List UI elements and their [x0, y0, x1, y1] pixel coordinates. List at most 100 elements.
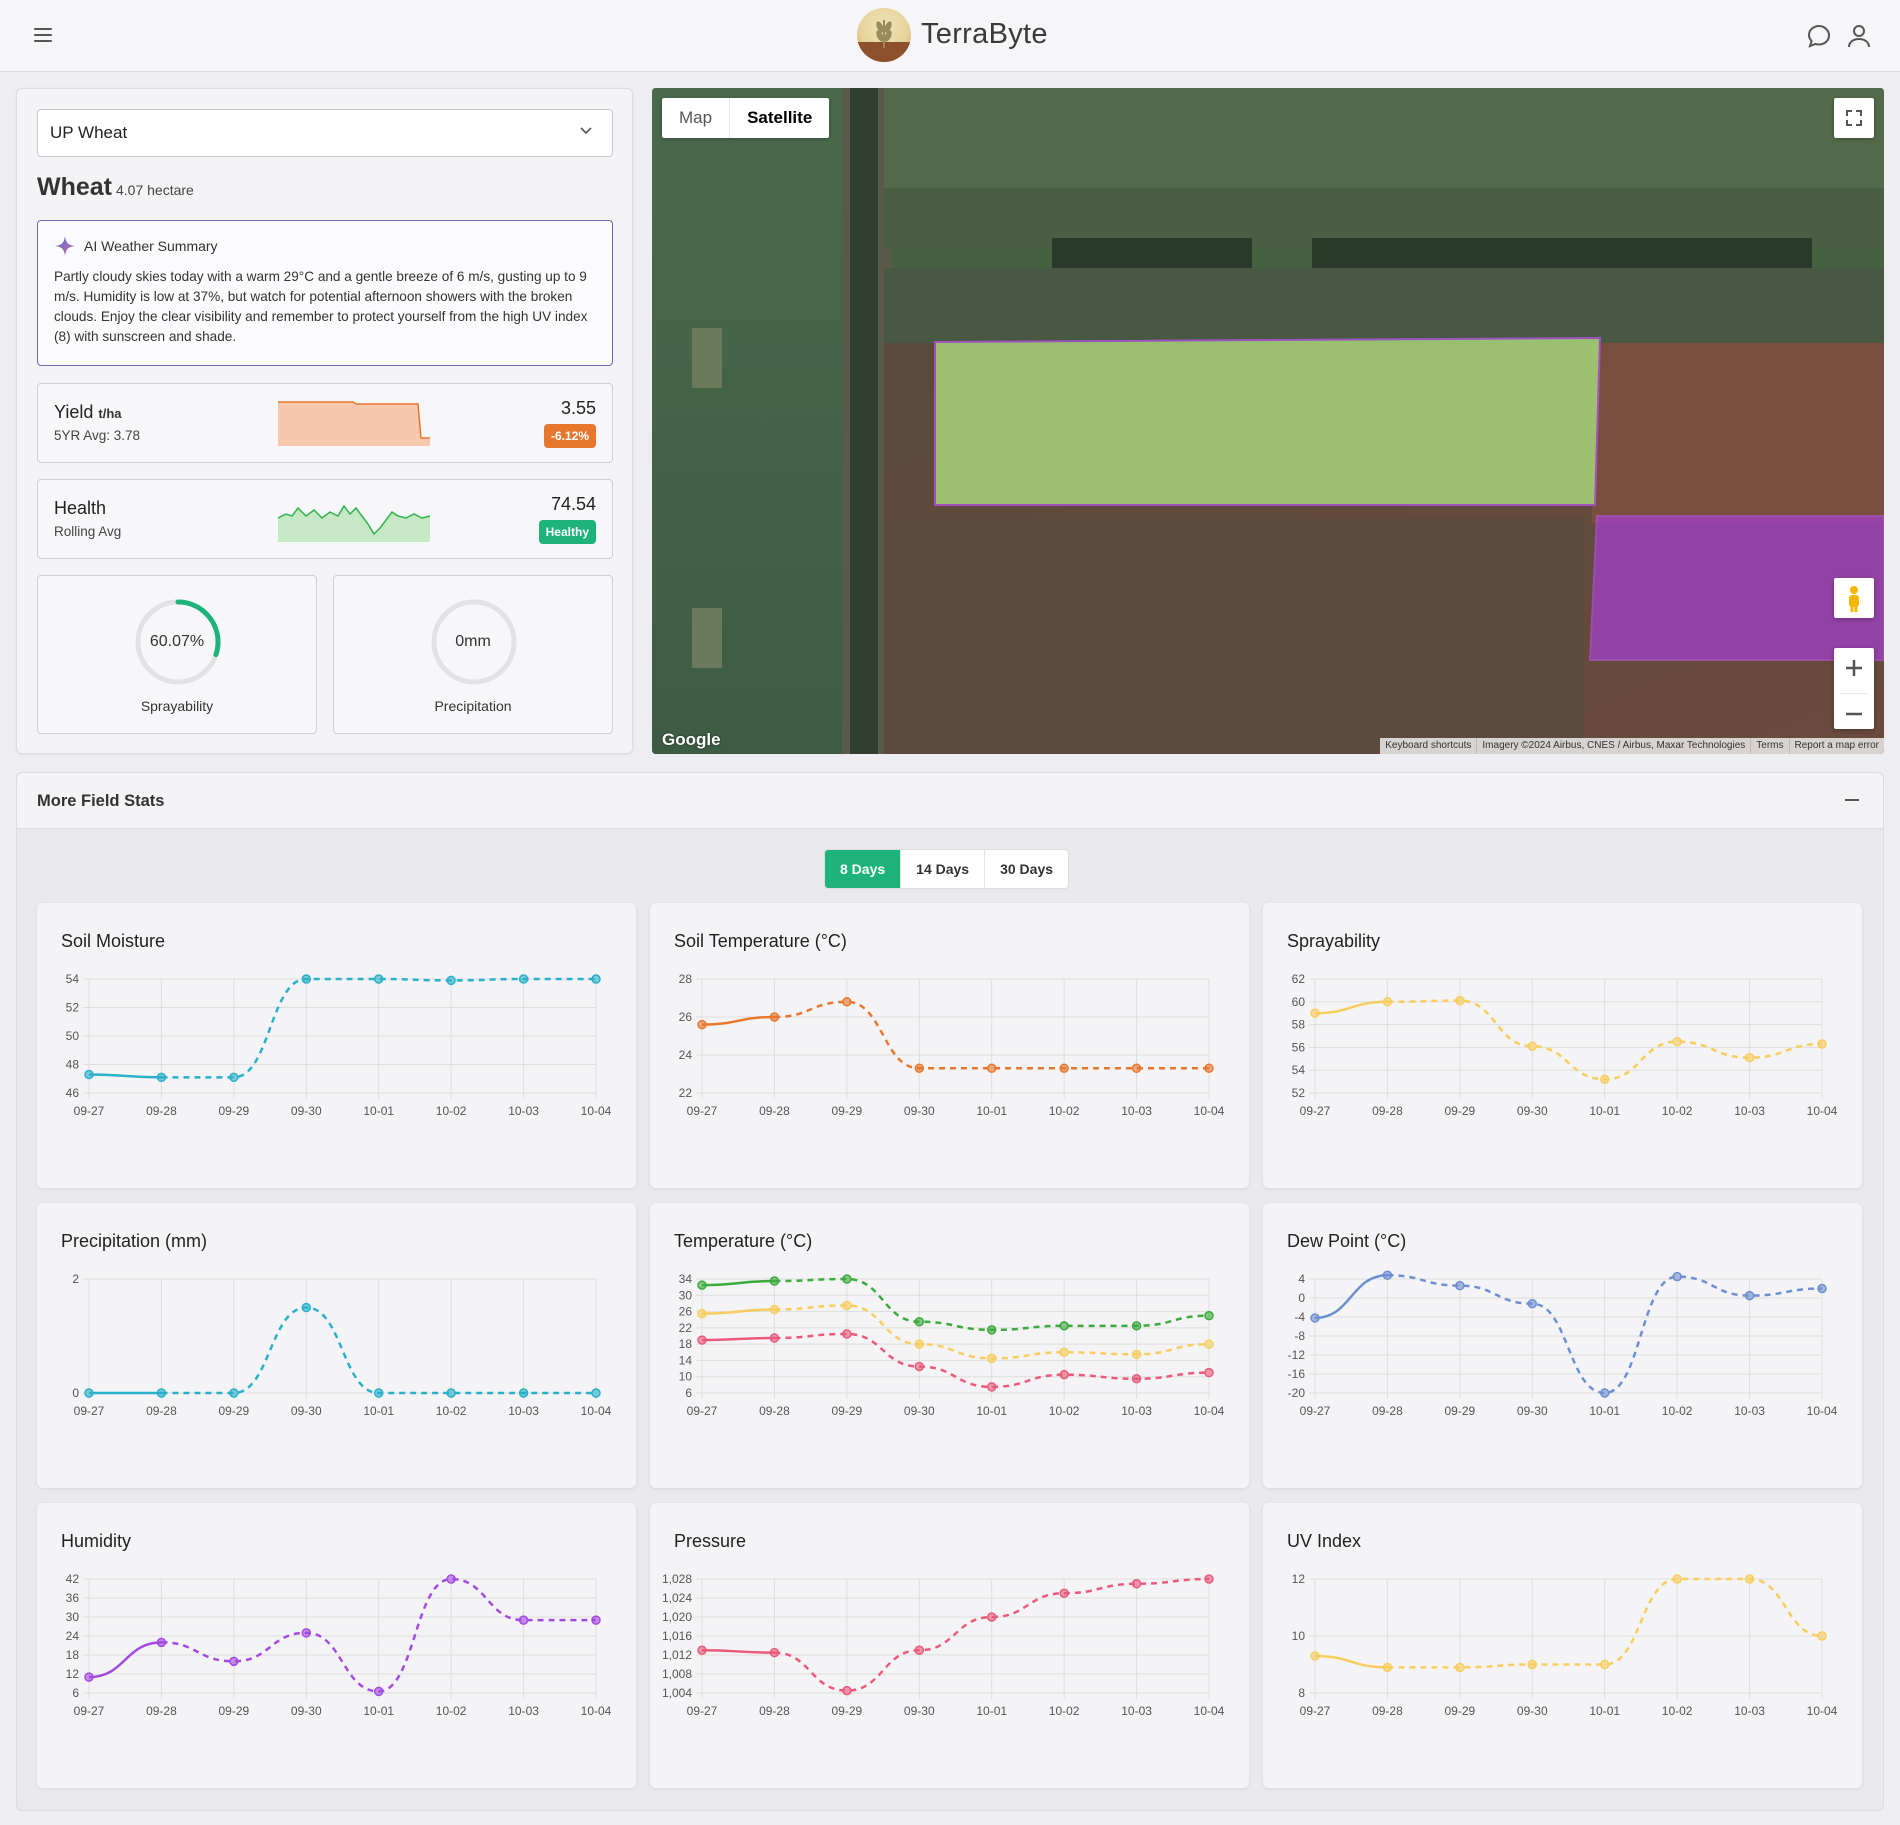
data-point[interactable] [1204, 1063, 1214, 1074]
data-point[interactable] [1672, 1036, 1682, 1047]
range-14-days[interactable]: 14 Days [900, 850, 984, 888]
data-point[interactable] [1204, 1339, 1214, 1349]
data-point[interactable] [1599, 1074, 1610, 1085]
data-point[interactable] [842, 1685, 852, 1696]
data-point[interactable] [229, 1388, 239, 1398]
data-point[interactable] [842, 1300, 852, 1311]
data-point[interactable] [1059, 1063, 1069, 1074]
data-point[interactable] [1204, 1367, 1214, 1378]
range-30-days[interactable]: 30 Days [984, 850, 1068, 888]
data-point[interactable] [1059, 1321, 1069, 1331]
soil-temperature-chart[interactable]: Soil Temperature09-2709-2809-2909-3010-0… [650, 963, 1249, 1188]
fullscreen-button[interactable] [1834, 98, 1874, 138]
precipitation-gauge-card[interactable]: 0mm Precipitation [333, 575, 613, 734]
data-point[interactable] [1204, 1310, 1214, 1321]
tab-satellite[interactable]: Satellite [729, 98, 829, 138]
data-point[interactable] [591, 1615, 601, 1625]
data-point[interactable] [1672, 1574, 1682, 1584]
data-point[interactable] [446, 1388, 456, 1398]
health-card[interactable]: Health Rolling Avg 74.54 Healthy [37, 479, 613, 559]
data-point[interactable] [229, 1072, 239, 1083]
data-point[interactable] [1455, 1662, 1465, 1673]
data-point[interactable] [986, 1382, 997, 1392]
data-point[interactable] [84, 1388, 94, 1398]
data-point[interactable] [1744, 1052, 1755, 1063]
sprayability-gauge-card[interactable]: 60.07% Sprayability [37, 575, 317, 734]
data-point[interactable] [301, 1628, 312, 1638]
data-point[interactable] [914, 1063, 925, 1074]
zoom-out-icon[interactable] [1834, 694, 1874, 734]
menu-icon[interactable] [34, 28, 52, 42]
data-point[interactable] [842, 997, 852, 1007]
data-point[interactable] [1382, 1662, 1393, 1673]
data-point[interactable] [769, 1333, 780, 1343]
zoom-in-icon[interactable] [1834, 648, 1874, 688]
data-point[interactable] [769, 1304, 780, 1315]
data-point[interactable] [1455, 1280, 1465, 1291]
data-point[interactable] [697, 1335, 707, 1345]
data-point[interactable] [842, 1329, 852, 1339]
data-point[interactable] [1817, 1039, 1827, 1049]
data-point[interactable] [986, 1063, 997, 1074]
data-point[interactable] [914, 1339, 925, 1349]
data-point[interactable] [914, 1317, 925, 1327]
report-map-error-link[interactable]: Report a map error [1788, 738, 1884, 754]
humidity-chart[interactable]: Humidity09-2709-2809-2909-3010-0110-0210… [37, 1563, 636, 1788]
data-point[interactable] [1204, 1574, 1214, 1584]
data-point[interactable] [986, 1325, 997, 1335]
data-point[interactable] [1131, 1321, 1142, 1331]
data-point[interactable] [518, 1615, 529, 1625]
data-point[interactable] [1599, 1659, 1610, 1670]
data-point[interactable] [1382, 1270, 1393, 1280]
terms-link[interactable]: Terms [1750, 738, 1788, 754]
data-point[interactable] [697, 1308, 707, 1319]
data-point[interactable] [156, 1072, 167, 1083]
data-point[interactable] [986, 1612, 997, 1622]
data-point[interactable] [1131, 1374, 1142, 1384]
data-point[interactable] [84, 1672, 94, 1682]
data-point[interactable] [697, 1019, 707, 1030]
data-point[interactable] [1059, 1347, 1069, 1358]
data-point[interactable] [697, 1645, 707, 1655]
data-point[interactable] [373, 974, 384, 984]
data-point[interactable] [1131, 1063, 1142, 1074]
data-point[interactable] [842, 1274, 852, 1284]
tab-map[interactable]: Map [662, 98, 729, 138]
data-point[interactable] [697, 1280, 707, 1290]
data-point[interactable] [373, 1686, 384, 1697]
data-point[interactable] [229, 1656, 239, 1667]
street-view-button[interactable] [1834, 578, 1874, 618]
user-icon[interactable] [1845, 22, 1873, 50]
data-point[interactable] [84, 1069, 94, 1080]
data-point[interactable] [373, 1388, 384, 1398]
chat-icon[interactable] [1805, 22, 1833, 50]
data-point[interactable] [769, 1647, 780, 1658]
data-point[interactable] [986, 1353, 997, 1364]
data-point[interactable] [1310, 1651, 1320, 1661]
data-point[interactable] [1455, 995, 1465, 1006]
collapse-icon[interactable] [1845, 799, 1859, 801]
data-point[interactable] [1817, 1283, 1827, 1294]
satellite-map[interactable]: Map Satellite Google Keyboard shortcuts … [652, 88, 1884, 754]
data-point[interactable] [518, 974, 529, 984]
data-point[interactable] [301, 974, 312, 984]
data-point[interactable] [1310, 1008, 1320, 1018]
data-point[interactable] [769, 1012, 780, 1022]
data-point[interactable] [1059, 1369, 1069, 1380]
data-point[interactable] [591, 1388, 601, 1398]
data-point[interactable] [446, 975, 456, 986]
data-point[interactable] [1059, 1588, 1069, 1598]
keyboard-shortcuts-link[interactable]: Keyboard shortcuts [1380, 738, 1476, 754]
data-point[interactable] [301, 1302, 312, 1313]
data-point[interactable] [1744, 1574, 1755, 1584]
data-point[interactable] [1310, 1313, 1320, 1323]
data-point[interactable] [1527, 1298, 1538, 1309]
data-point[interactable] [591, 974, 601, 984]
data-point[interactable] [1131, 1349, 1142, 1360]
data-point[interactable] [1131, 1579, 1142, 1589]
stats-header[interactable]: More Field Stats [17, 773, 1883, 829]
data-point[interactable] [1599, 1388, 1610, 1398]
precipitation-chart[interactable]: Precipitation09-2709-2809-2909-3010-0110… [37, 1263, 636, 1488]
data-point[interactable] [518, 1388, 529, 1398]
data-point[interactable] [1527, 1041, 1538, 1052]
